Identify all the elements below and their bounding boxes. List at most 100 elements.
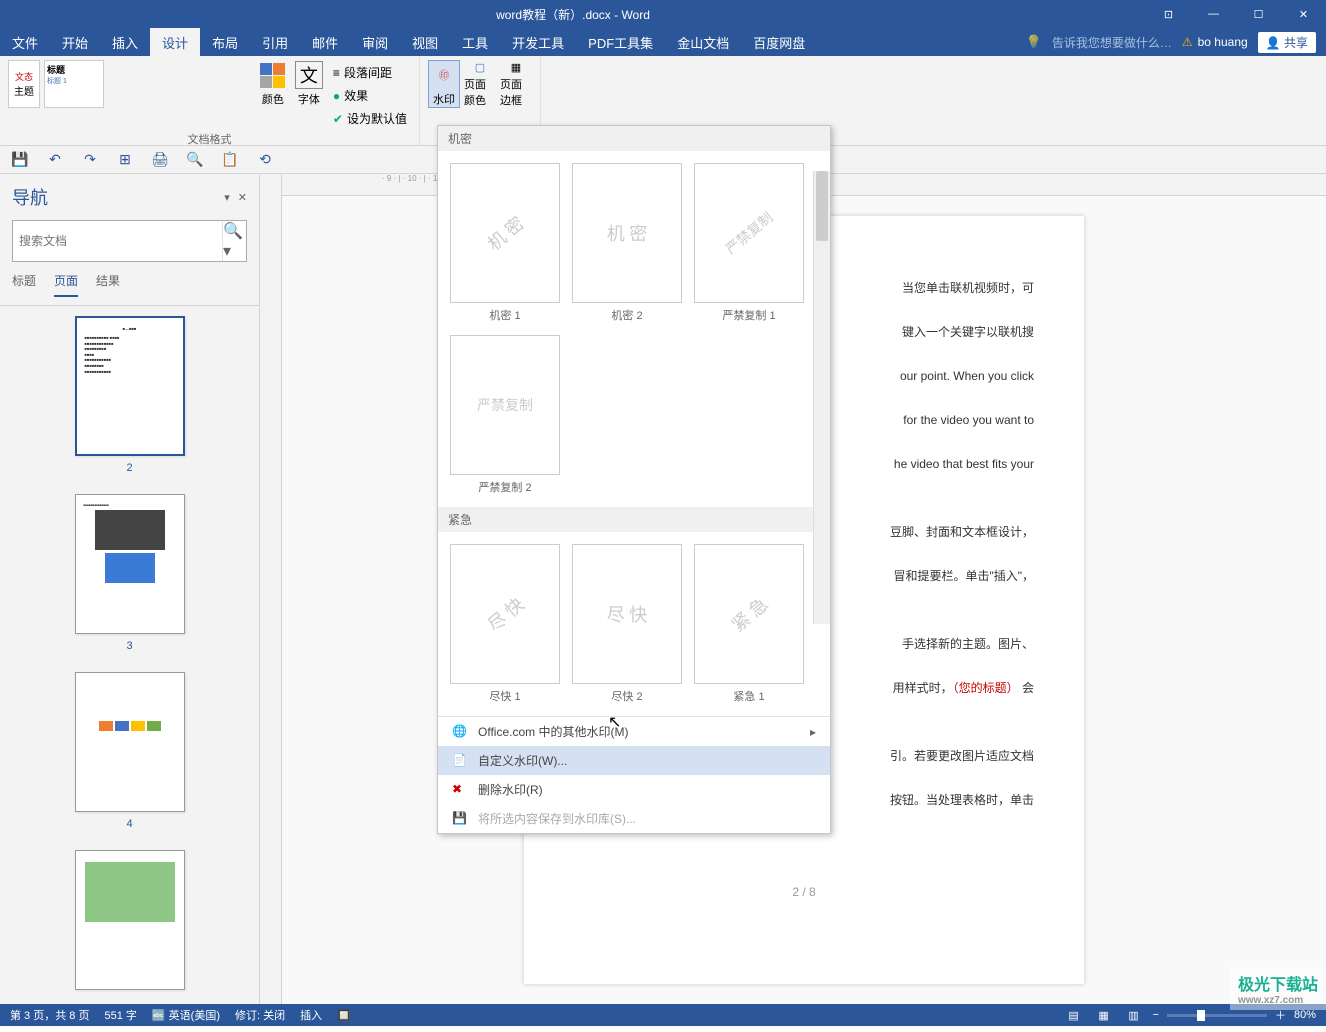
page-color-button[interactable]: ▢ 页面颜色: [464, 60, 496, 108]
view-read-icon[interactable]: ▤: [1063, 1007, 1085, 1023]
status-words[interactable]: 551 字: [104, 1007, 136, 1023]
search-input[interactable]: [13, 221, 222, 261]
tab-view[interactable]: 视图: [400, 28, 450, 56]
tab-tools[interactable]: 工具: [450, 28, 500, 56]
thumb-number: 4: [75, 818, 185, 830]
ribbon-group-label: 文档格式: [8, 129, 411, 147]
page-color-icon: ▢: [466, 60, 494, 74]
save-gallery-icon: 💾: [452, 811, 468, 827]
refresh-icon[interactable]: ⟲: [255, 150, 275, 170]
page-thumbnails: ■—■■■■■■■■■■■■■ ■■■■■■■■■■■■■■■■■■■■■■■■…: [0, 306, 259, 1004]
remove-icon: ✖: [452, 782, 468, 798]
warning-icon: ⚠: [1182, 35, 1193, 49]
status-lang[interactable]: 🔤 英语(美国): [152, 1007, 220, 1023]
title-bar: word教程（新）.docx - Word ⊡ — ☐ ✕: [0, 0, 1326, 28]
themes-button[interactable]: 文态 主题: [8, 60, 40, 108]
clipboard-icon[interactable]: 📋: [220, 150, 240, 170]
watermark-option[interactable]: 紧 急 紧急 1: [694, 544, 804, 704]
status-revise[interactable]: 修订: 关闭: [235, 1007, 285, 1023]
page-border-button[interactable]: ▦ 页面边框: [500, 60, 532, 108]
nav-tabs: 标题 页面 结果: [0, 272, 259, 306]
wm-office-online[interactable]: 🌐 Office.com 中的其他水印(M) ▸: [438, 717, 830, 746]
page-thumb[interactable]: 4: [75, 672, 185, 830]
wm-custom[interactable]: 📄 自定义水印(W)...: [438, 746, 830, 775]
tab-kingsoft[interactable]: 金山文档: [665, 28, 741, 56]
tab-baidu[interactable]: 百度网盘: [741, 28, 817, 56]
effects-button[interactable]: ●效果: [329, 85, 411, 106]
zoom-slider[interactable]: [1167, 1014, 1267, 1017]
tab-home[interactable]: 开始: [50, 28, 100, 56]
nav-tab-pages[interactable]: 页面: [54, 272, 78, 297]
share-icon: 👤: [1266, 36, 1281, 50]
user-account[interactable]: ⚠ bo huang: [1182, 35, 1248, 49]
theme-preview[interactable]: 标题 标题 1: [44, 60, 104, 108]
watermark-dropdown: 机密 机 密 机密 1 机 密 机密 2 严禁复制 严禁复制 1 严禁复制 严禁…: [437, 125, 831, 834]
status-insert[interactable]: 插入: [300, 1007, 322, 1023]
page-number: 2 / 8: [574, 880, 1034, 904]
nav-tab-results[interactable]: 结果: [96, 272, 120, 297]
nav-dropdown-icon[interactable]: ▾: [224, 191, 230, 204]
office-icon: 🌐: [452, 724, 468, 740]
para-spacing-icon: ≡: [333, 66, 340, 80]
close-icon[interactable]: ✕: [1281, 0, 1326, 28]
page-thumb[interactable]: [75, 850, 185, 990]
vertical-ruler[interactable]: [260, 174, 282, 1004]
wm-scrollbar[interactable]: [813, 171, 830, 624]
page-thumb[interactable]: ■—■■■■■■■■■■■■■ ■■■■■■■■■■■■■■■■■■■■■■■■…: [75, 316, 185, 474]
tab-pdf[interactable]: PDF工具集: [576, 28, 665, 56]
window-controls: ⊡ — ☐ ✕: [1146, 0, 1326, 28]
nav-title: 导航: [12, 184, 48, 210]
wm-remove[interactable]: ✖ 删除水印(R): [438, 775, 830, 804]
ribbon-options-icon[interactable]: ⊡: [1146, 0, 1191, 28]
watermark-option[interactable]: 严禁复制 严禁复制 2: [450, 335, 560, 495]
tab-mailings[interactable]: 邮件: [300, 28, 350, 56]
lightbulb-icon: 💡: [1026, 34, 1042, 50]
tab-design[interactable]: 设计: [150, 28, 200, 56]
page-border-icon: ▦: [502, 60, 530, 74]
colors-button[interactable]: 颜色: [257, 60, 289, 108]
maximize-icon[interactable]: ☐: [1236, 0, 1281, 28]
chevron-right-icon: ▸: [810, 725, 816, 739]
thumb-number: 3: [75, 640, 185, 652]
view-web-icon[interactable]: ▥: [1123, 1007, 1145, 1023]
view-print-icon[interactable]: ▦: [1093, 1007, 1115, 1023]
watermark-option[interactable]: 机 密 机密 2: [572, 163, 682, 323]
thumb-number: 2: [75, 462, 185, 474]
tell-me-input[interactable]: 告诉我您想要做什么…: [1052, 34, 1172, 51]
nav-close-icon[interactable]: ✕: [238, 191, 247, 204]
undo-icon[interactable]: ↶: [45, 150, 65, 170]
redo-icon[interactable]: ↷: [80, 150, 100, 170]
menu-bar: 文件 开始 插入 设计 布局 引用 邮件 审阅 视图 工具 开发工具 PDF工具…: [0, 28, 1326, 56]
tab-insert[interactable]: 插入: [100, 28, 150, 56]
watermark-button[interactable]: ㊞ 水印: [428, 60, 460, 108]
page-thumb[interactable]: ■■■■■■■■■■■■■■ 3: [75, 494, 185, 652]
set-default-button[interactable]: ✔设为默认值: [329, 108, 411, 129]
watermark-option[interactable]: 尽 快 尽快 1: [450, 544, 560, 704]
fonts-button[interactable]: 文 字体: [293, 60, 325, 108]
tab-review[interactable]: 审阅: [350, 28, 400, 56]
share-button[interactable]: 👤 共享: [1258, 32, 1316, 53]
zoom-level[interactable]: 80%: [1294, 1009, 1316, 1021]
watermark-option[interactable]: 严禁复制 严禁复制 1: [694, 163, 804, 323]
effects-icon: ●: [333, 89, 340, 103]
tab-devtools[interactable]: 开发工具: [500, 28, 576, 56]
app-title: word教程（新）.docx - Word: [0, 6, 1146, 23]
search-icon[interactable]: 🔍▾: [222, 221, 246, 261]
tab-references[interactable]: 引用: [250, 28, 300, 56]
print-icon[interactable]: 🖨: [150, 150, 170, 170]
para-spacing-button[interactable]: ≡段落间距: [329, 62, 411, 83]
status-page[interactable]: 第 3 页，共 8 页: [10, 1007, 89, 1023]
nav-tab-headings[interactable]: 标题: [12, 272, 36, 297]
tab-file[interactable]: 文件: [0, 28, 50, 56]
wm-category: 紧急: [438, 507, 830, 532]
watermark-option[interactable]: 尽 快 尽快 2: [572, 544, 682, 704]
navigation-pane: 导航 ▾ ✕ 🔍▾ 标题 页面 结果 ■—■■■■■■■■■■■■■ ■■■■■…: [0, 174, 260, 1004]
nav-search: 🔍▾: [12, 220, 247, 262]
watermark-option[interactable]: 机 密 机密 1: [450, 163, 560, 323]
minimize-icon[interactable]: —: [1191, 0, 1236, 28]
table-icon[interactable]: ⊞: [115, 150, 135, 170]
find-icon[interactable]: 🔍: [185, 150, 205, 170]
save-icon[interactable]: 💾: [10, 150, 30, 170]
zoom-out-icon[interactable]: −: [1153, 1009, 1159, 1021]
tab-layout[interactable]: 布局: [200, 28, 250, 56]
